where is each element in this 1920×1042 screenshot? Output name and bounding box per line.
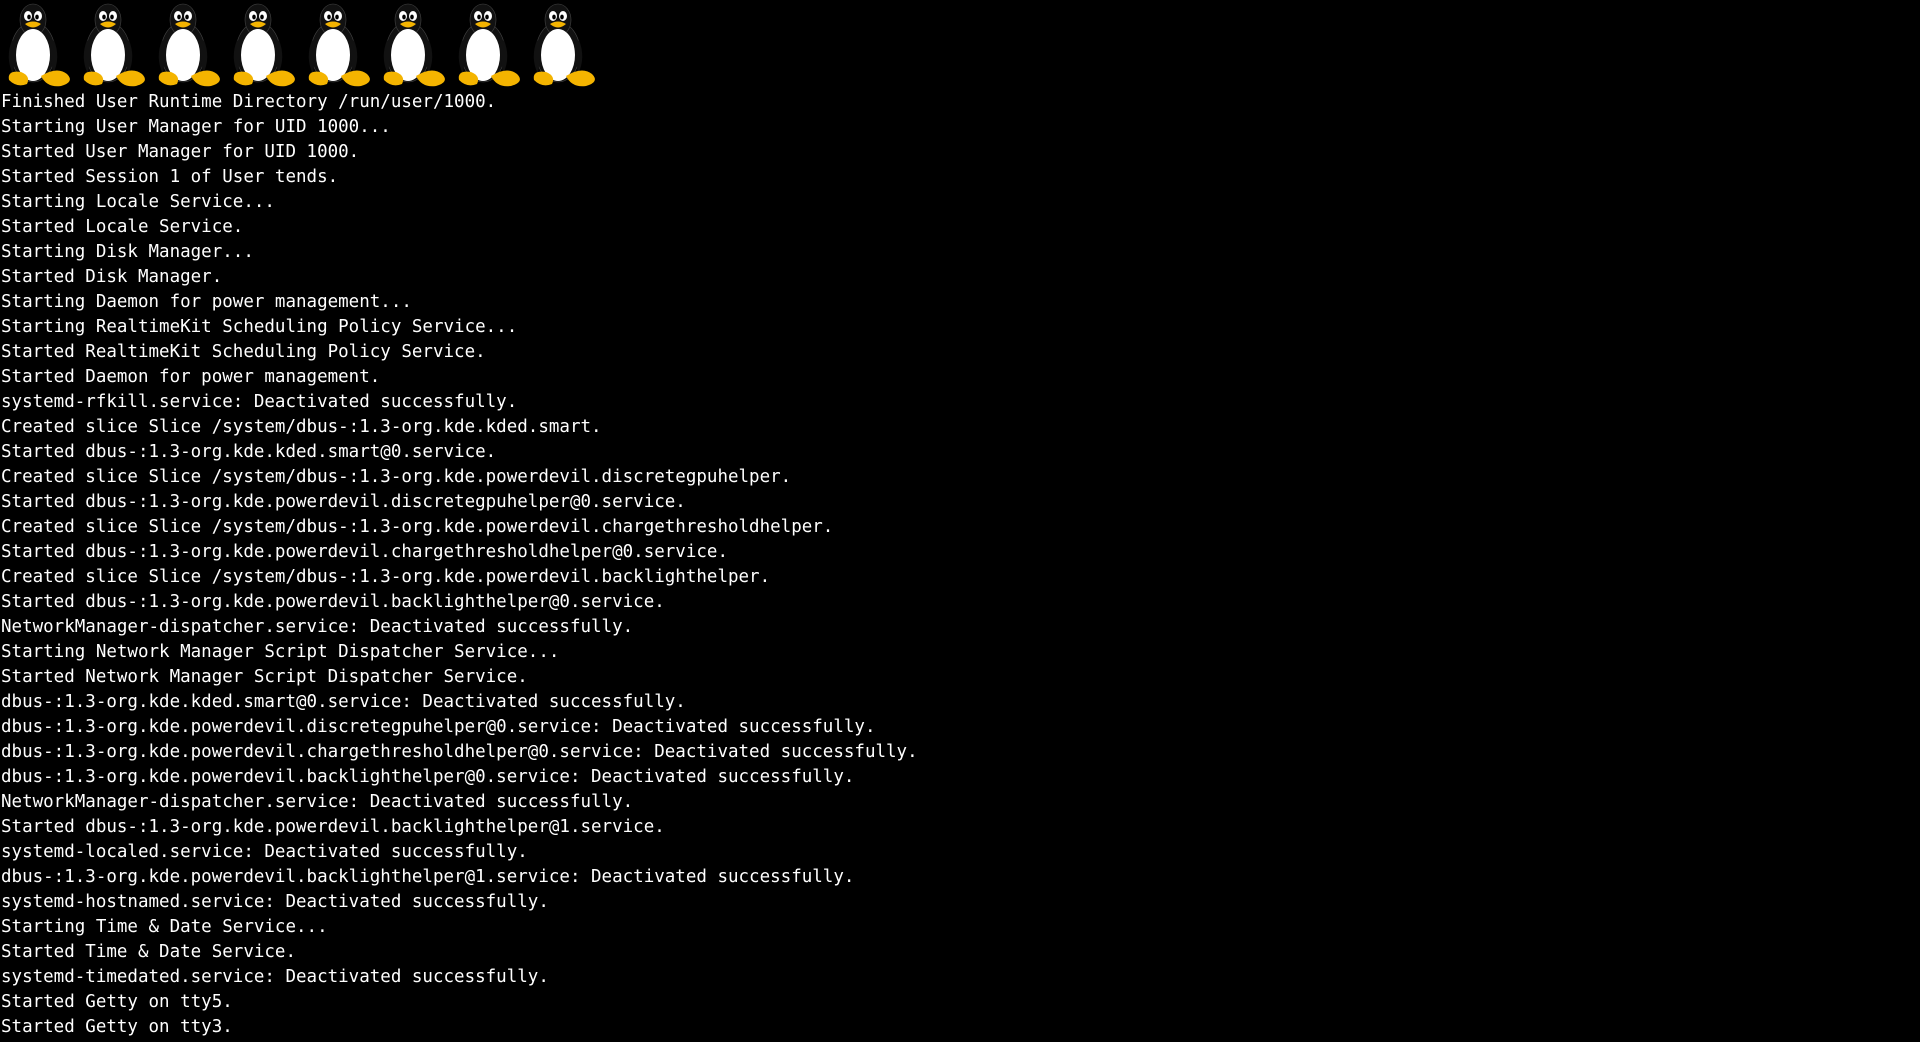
tux-penguin-icon <box>383 3 445 87</box>
boot-log: Finished User Runtime Directory /run/use… <box>1 90 918 1040</box>
tux-penguin-icon <box>8 3 70 87</box>
log-line: dbus-:1.3-org.kde.powerdevil.backlighthe… <box>1 867 855 887</box>
log-line: dbus-:1.3-org.kde.powerdevil.chargethres… <box>1 742 918 762</box>
log-line: Started dbus-:1.3-org.kde.powerdevil.bac… <box>1 817 665 837</box>
log-line: Started Disk Manager. <box>1 267 223 287</box>
log-line: Starting RealtimeKit Scheduling Policy S… <box>1 317 518 337</box>
log-line: Started dbus-:1.3-org.kde.powerdevil.bac… <box>1 592 665 612</box>
log-line: Started Time & Date Service. <box>1 942 297 962</box>
tux-penguin-icon <box>458 3 520 87</box>
log-line: Started Getty on tty3. <box>1 1017 233 1037</box>
log-line: Started dbus-:1.3-org.kde.powerdevil.dis… <box>1 492 686 512</box>
tux-penguin-icon <box>533 3 595 87</box>
tux-penguin-icon <box>233 3 295 87</box>
log-line: NetworkManager-dispatcher.service: Deact… <box>1 617 634 637</box>
log-line: systemd-rfkill.service: Deactivated succ… <box>1 392 518 412</box>
log-line: Started Network Manager Script Dispatche… <box>1 667 528 687</box>
log-line: Started Locale Service. <box>1 217 244 237</box>
log-line: NetworkManager-dispatcher.service: Deact… <box>1 792 634 812</box>
log-line: Finished User Runtime Directory /run/use… <box>1 92 497 112</box>
boot-console: Finished User Runtime Directory /run/use… <box>0 0 1920 1042</box>
log-line: Started User Manager for UID 1000. <box>1 142 360 162</box>
log-line: Started dbus-:1.3-org.kde.kded.smart@0.s… <box>1 442 497 462</box>
log-line: Created slice Slice /system/dbus-:1.3-or… <box>1 417 602 437</box>
log-line: Starting Daemon for power management... <box>1 292 412 312</box>
log-line: Started RealtimeKit Scheduling Policy Se… <box>1 342 486 362</box>
tux-penguin-icon <box>83 3 145 87</box>
boot-logo-row <box>1 0 601 90</box>
log-line: Created slice Slice /system/dbus-:1.3-or… <box>1 567 771 587</box>
log-line: systemd-timedated.service: Deactivated s… <box>1 967 549 987</box>
log-line: Starting Disk Manager... <box>1 242 254 262</box>
log-line: dbus-:1.3-org.kde.powerdevil.backlighthe… <box>1 767 855 787</box>
log-line: dbus-:1.3-org.kde.powerdevil.discretegpu… <box>1 717 876 737</box>
log-line: Starting Network Manager Script Dispatch… <box>1 642 560 662</box>
log-line: Created slice Slice /system/dbus-:1.3-or… <box>1 517 834 537</box>
log-line: Starting Time & Date Service... <box>1 917 328 937</box>
log-line: Started Daemon for power management. <box>1 367 381 387</box>
log-line: dbus-:1.3-org.kde.kded.smart@0.service: … <box>1 692 686 712</box>
log-line: Starting User Manager for UID 1000... <box>1 117 391 137</box>
tux-penguin-icon <box>158 3 220 87</box>
log-line: Created slice Slice /system/dbus-:1.3-or… <box>1 467 792 487</box>
log-line: Started Getty on tty5. <box>1 992 233 1012</box>
log-line: Started Session 1 of User tends. <box>1 167 339 187</box>
log-line: Started dbus-:1.3-org.kde.powerdevil.cha… <box>1 542 728 562</box>
log-line: Starting Locale Service... <box>1 192 275 212</box>
tux-penguin-icon <box>308 3 370 87</box>
log-line: systemd-hostnamed.service: Deactivated s… <box>1 892 549 912</box>
log-line: systemd-localed.service: Deactivated suc… <box>1 842 528 862</box>
